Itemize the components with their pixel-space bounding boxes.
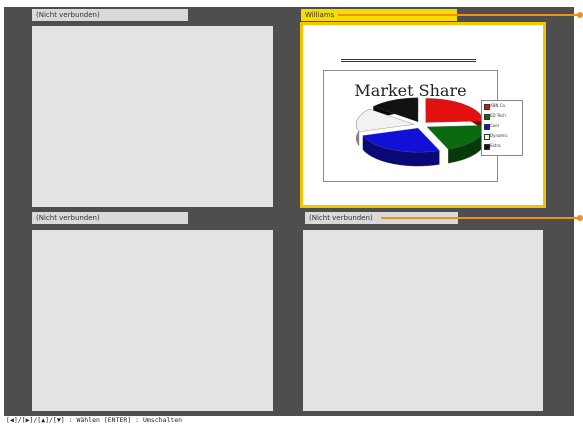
callout-line-bottom: [381, 217, 579, 219]
pane-top-right[interactable]: Market Share ABN Co. ED Tech Cool Dynamic Ex…: [300, 22, 546, 208]
legend-swatch: [484, 134, 490, 140]
legend-item: Extra: [482, 141, 522, 151]
legend-label: ED Tech: [490, 113, 506, 118]
callout-line-top: [338, 14, 578, 16]
legend-item: ABN Co.: [482, 101, 522, 111]
chart-legend: ABN Co. ED Tech Cool Dynamic Extra: [481, 100, 523, 156]
callout-end-top: [577, 12, 583, 18]
callout-end-bottom: [577, 215, 583, 221]
legend-label: ABN Co.: [490, 103, 507, 108]
pane-label-bottom-left: (Nicht verbunden): [32, 212, 188, 224]
legend-label: Extra: [490, 143, 501, 148]
pane-bottom-left[interactable]: [32, 230, 273, 411]
legend-item: Dynamic: [482, 131, 522, 141]
pane-bottom-right[interactable]: [303, 230, 543, 411]
key-hint-bar: [◀]/[▶]/[▲]/[▼] : Wählen [ENTER] : Umsch…: [6, 416, 183, 424]
legend-swatch: [484, 104, 490, 110]
legend-swatch: [484, 114, 490, 120]
legend-swatch: [484, 144, 490, 150]
pane-top-left[interactable]: [32, 26, 273, 207]
legend-swatch: [484, 124, 490, 130]
pie-slice-abn-co-: [425, 98, 484, 123]
pane-label-top-left: (Nicht verbunden): [32, 9, 188, 21]
legend-label: Dynamic: [490, 133, 508, 138]
legend-item: ED Tech: [482, 111, 522, 121]
legend-label: Cool: [490, 123, 499, 128]
legend-item: Cool: [482, 121, 522, 131]
